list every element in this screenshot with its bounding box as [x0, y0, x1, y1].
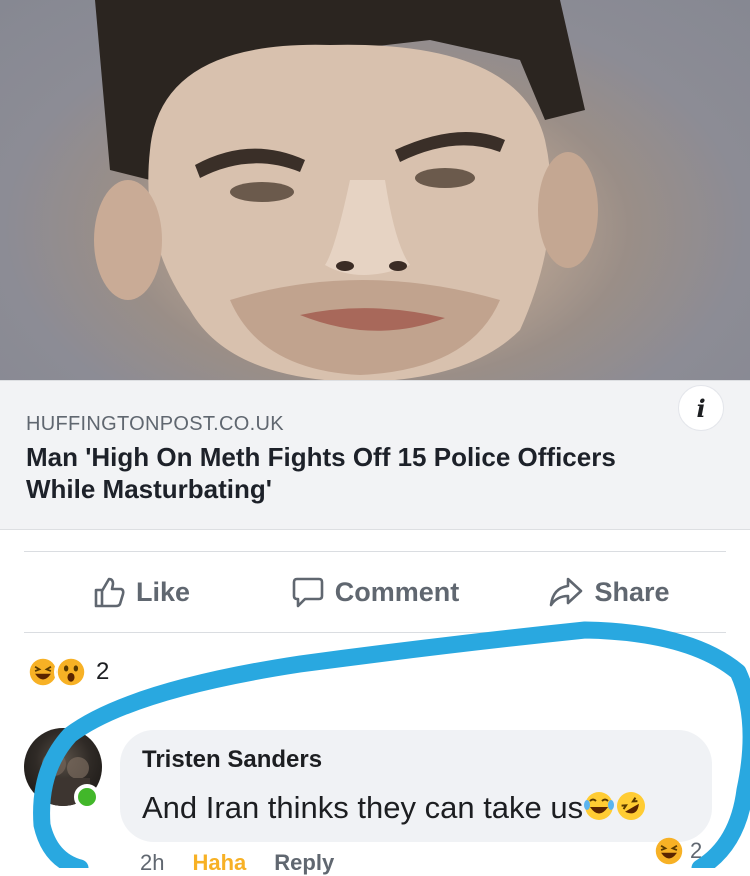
link-headline[interactable]: Man 'High On Meth Fights Off 15 Police O…: [26, 441, 686, 505]
post-action-bar: Like Comment Share: [24, 552, 726, 632]
rolling-laughing-emoji-icon: [617, 792, 646, 820]
mugshot-photo: [94, 0, 598, 380]
like-button[interactable]: Like: [24, 552, 258, 632]
haha-reaction-button[interactable]: Haha: [192, 850, 246, 876]
share-button[interactable]: Share: [492, 552, 726, 632]
comment-author[interactable]: Tristen Sanders: [142, 746, 322, 774]
share-label: Share: [594, 576, 670, 607]
comment-text: And Iran thinks they can take us: [142, 790, 647, 826]
comment-reaction-count: 2: [690, 838, 703, 863]
comment-button[interactable]: Comment: [258, 552, 492, 632]
divider: [24, 632, 726, 633]
link-preview-image[interactable]: [0, 0, 750, 380]
like-label: Like: [135, 576, 191, 607]
tears-of-joy-emoji-icon: [584, 792, 615, 820]
online-status-indicator: [74, 784, 100, 810]
link-preview-card[interactable]: HUFFINGTONPOST.CO.UK Man 'High On Meth F…: [0, 380, 750, 530]
link-domain: HUFFINGTONPOST.CO.UK: [26, 413, 284, 435]
comment-body: And Iran thinks they can take us: [142, 790, 584, 825]
thumbs-up-icon: [94, 577, 125, 608]
info-icon[interactable]: i: [678, 385, 724, 431]
comment-timestamp[interactable]: 2h: [140, 850, 164, 876]
post-reactions-summary[interactable]: 2: [26, 653, 109, 691]
comment-meta: 2h Haha Reply: [140, 850, 334, 876]
share-arrow-icon: [550, 577, 583, 607]
haha-emoji-icon: [655, 837, 683, 865]
reply-button[interactable]: Reply: [274, 850, 334, 876]
speech-bubble-icon: [292, 577, 324, 608]
comment-reactions[interactable]: 2: [654, 836, 702, 866]
comment-label: Comment: [334, 576, 460, 607]
reaction-count: 2: [96, 658, 110, 685]
comment-bubble[interactable]: Tristen Sanders And Iran thinks they can…: [120, 730, 712, 842]
wow-emoji-icon: [54, 655, 88, 689]
